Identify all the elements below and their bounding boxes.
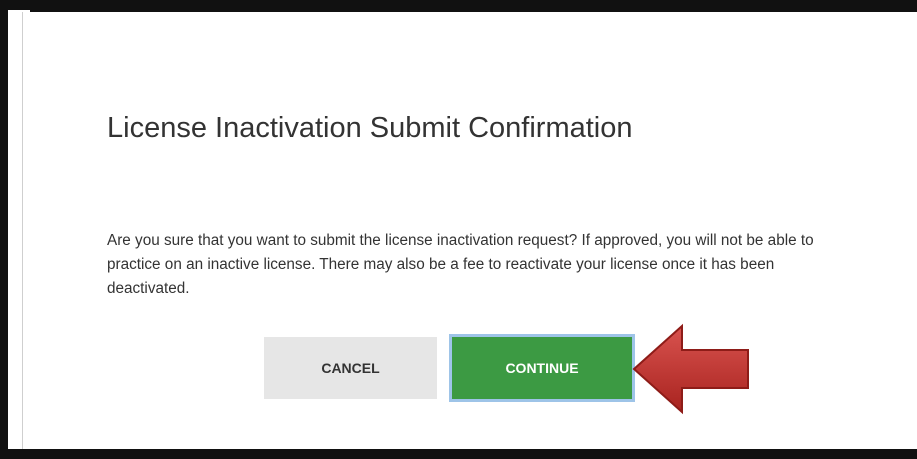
dialog-message: Are you sure that you want to submit the… (107, 232, 814, 297)
cancel-button[interactable]: CANCEL (264, 337, 437, 399)
continue-button[interactable]: CONTINUE (449, 334, 635, 402)
screenshot-frame: License Inactivation Submit Confirmation… (0, 0, 917, 459)
left-arrow-icon (632, 323, 749, 415)
dialog-title: License Inactivation Submit Confirmation (107, 112, 633, 144)
